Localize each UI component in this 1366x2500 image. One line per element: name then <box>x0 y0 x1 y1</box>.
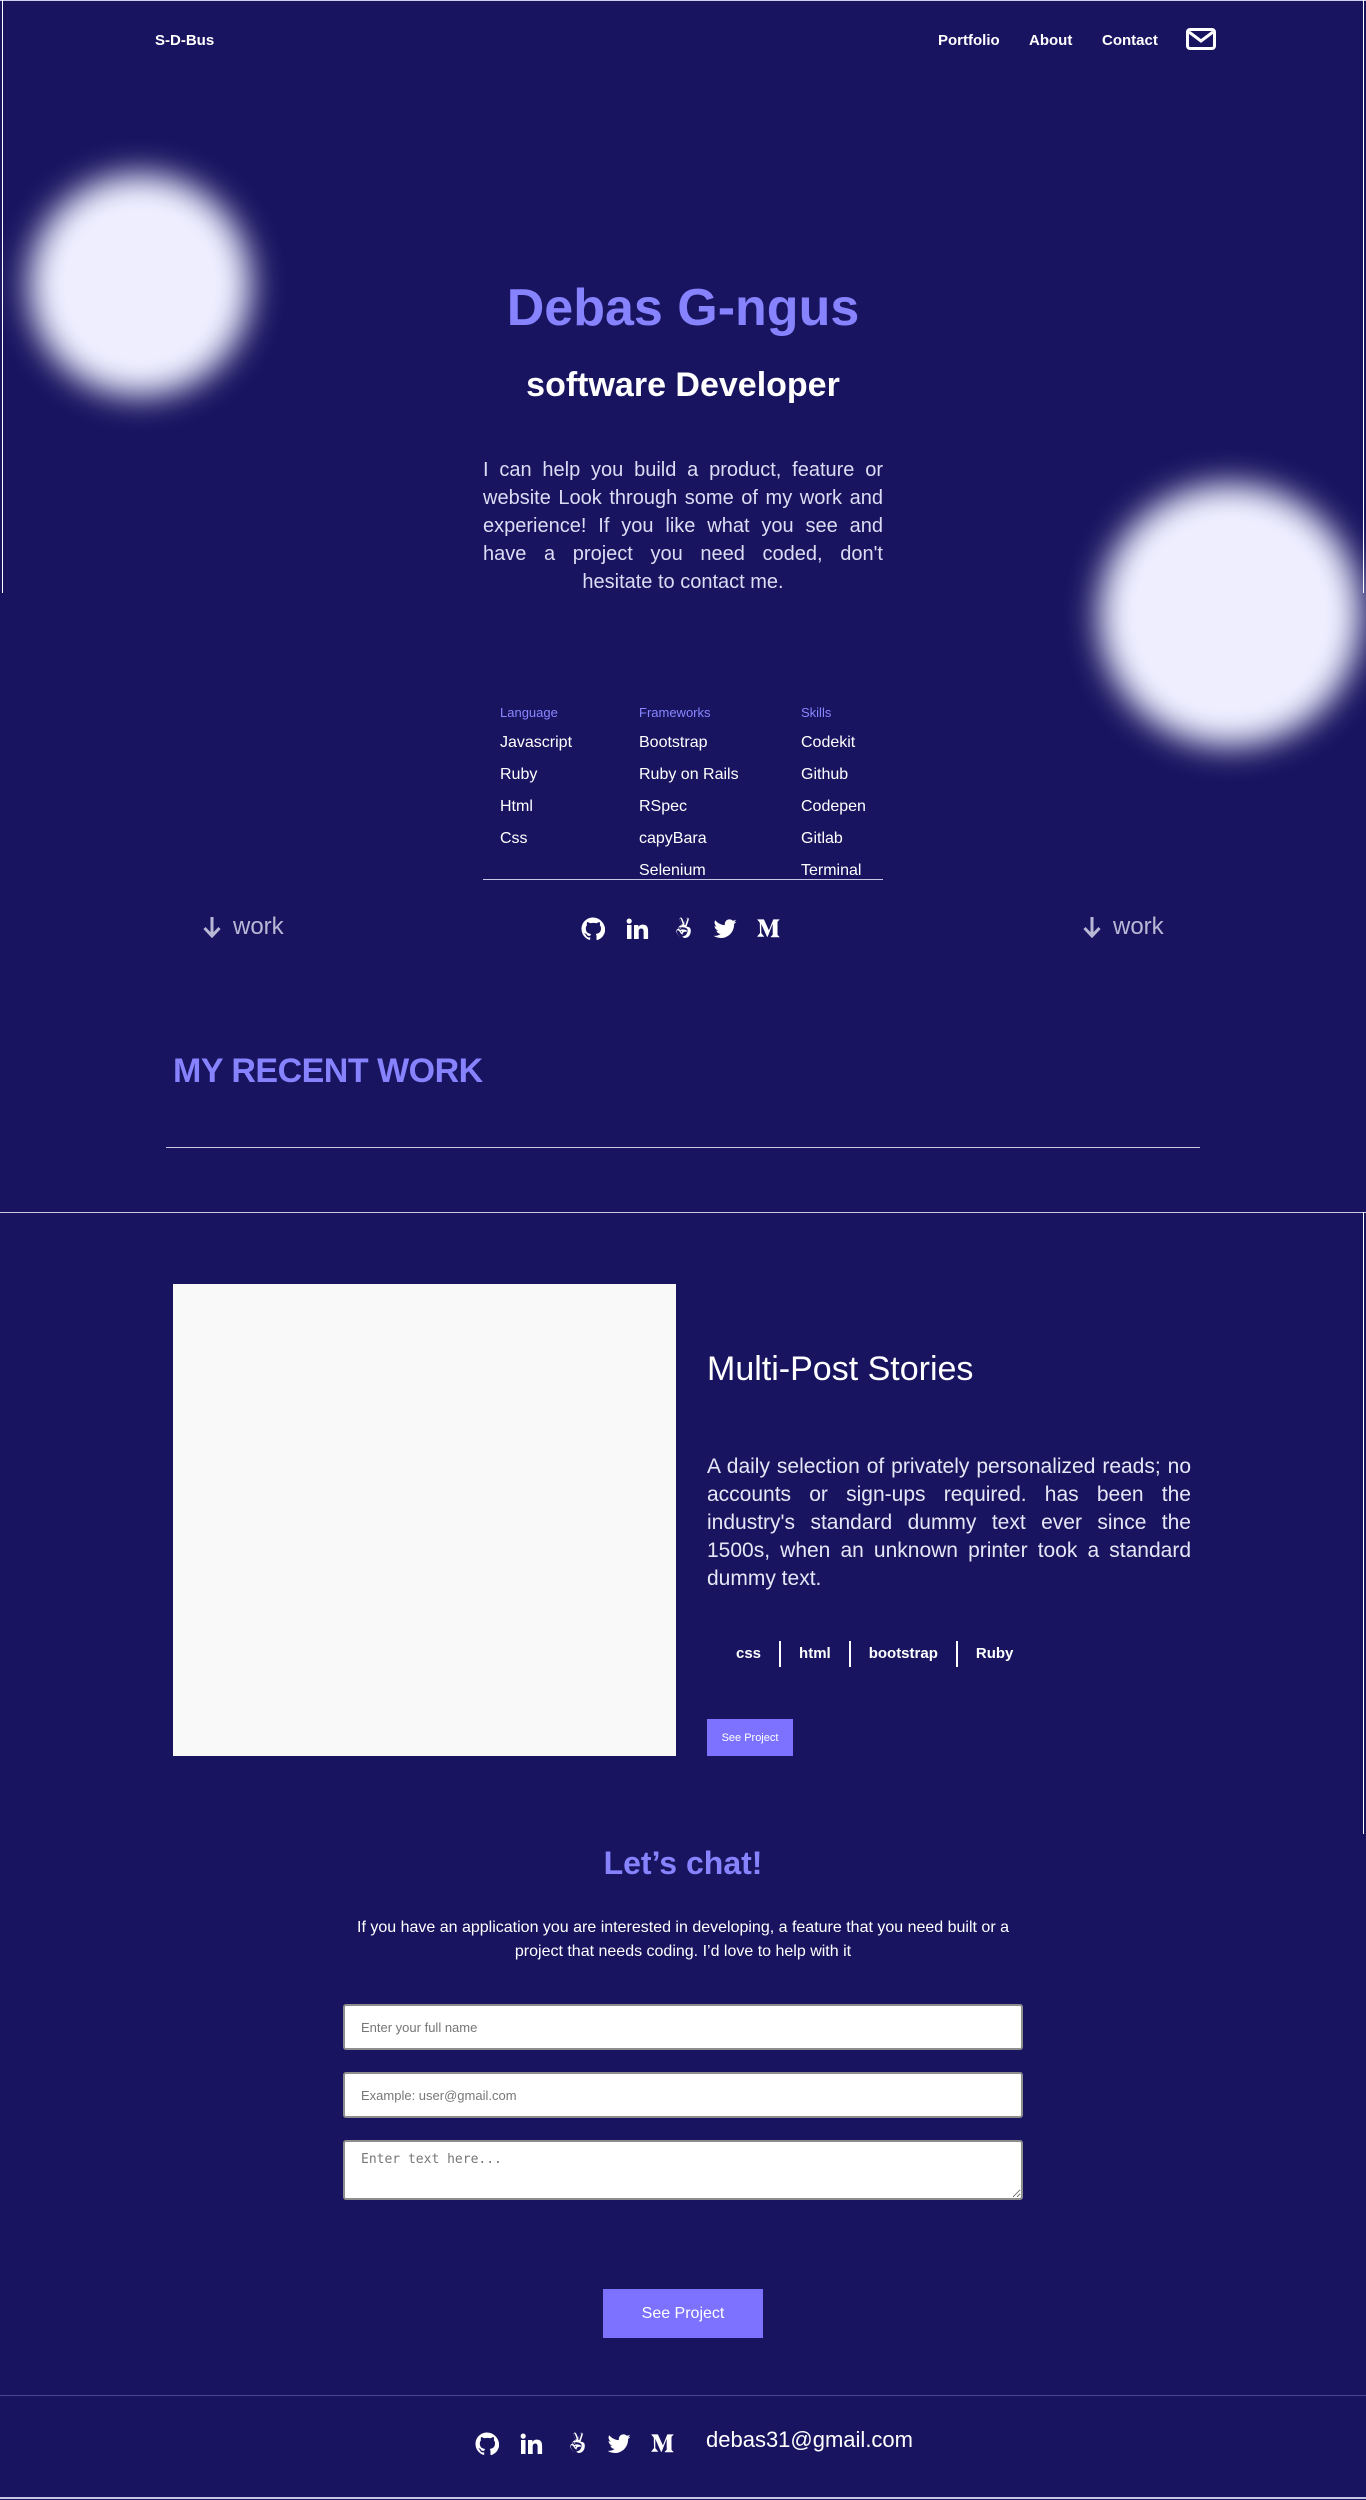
angellist-icon[interactable] <box>563 2432 587 2456</box>
github-icon[interactable] <box>581 917 605 941</box>
skill-item: capyBara <box>639 830 707 847</box>
skill-item: Github <box>801 766 849 783</box>
hero-divider <box>483 879 883 880</box>
linkedin-icon[interactable] <box>625 917 649 941</box>
message-textarea[interactable] <box>343 2140 1023 2200</box>
footer-divider <box>0 2395 1366 2396</box>
skill-item: Html <box>500 798 533 815</box>
project-tag: bootstrap <box>848 1641 956 1667</box>
skill-item: Selenium <box>639 862 706 879</box>
project-description: A daily selection of privately personali… <box>707 1455 1191 1590</box>
nav-contact[interactable]: Contact <box>1102 32 1158 49</box>
full-name-input[interactable] <box>343 2004 1023 2050</box>
angellist-icon[interactable] <box>669 917 693 941</box>
site-logo[interactable]: S-D-Bus <box>155 32 214 49</box>
project-tag: html <box>779 1641 849 1667</box>
skill-item: Ruby <box>500 766 538 783</box>
arrow-down-icon <box>1083 917 1101 938</box>
skill-item: Codekit <box>801 734 856 751</box>
github-icon[interactable] <box>475 2432 499 2456</box>
skill-item: Codepen <box>801 798 866 815</box>
project-tags: css html bootstrap Ruby <box>718 1641 1031 1667</box>
nav-about[interactable]: About <box>1029 32 1072 49</box>
skill-item: RSpec <box>639 798 688 815</box>
skill-item: Gitlab <box>801 830 843 847</box>
work-link-right[interactable]: work <box>1083 913 1164 941</box>
skill-item: Terminal <box>801 862 862 879</box>
project-title: Multi-Post Stories <box>707 1350 974 1388</box>
hero-role: software Developer <box>526 366 840 404</box>
twitter-icon[interactable] <box>713 917 737 941</box>
footer-email-link[interactable]: debas31@gmail.com <box>706 2427 913 2453</box>
skill-item: Ruby on Rails <box>639 766 739 783</box>
arrow-down-icon <box>203 917 221 938</box>
skills-language-column: Language Javascript Ruby Html Css <box>500 705 572 861</box>
envelope-icon[interactable] <box>1186 28 1216 50</box>
footer-social-links <box>475 2432 675 2456</box>
linkedin-icon[interactable] <box>519 2432 543 2456</box>
recent-work-title: MY RECENT WORK <box>173 1052 483 1090</box>
hero-intro: I can help you build a product, feature … <box>483 459 883 593</box>
skills-tools-heading: Skills <box>801 705 832 720</box>
medium-icon[interactable] <box>757 917 781 941</box>
skill-item: Bootstrap <box>639 734 708 751</box>
chat-text: If you have an application you are inter… <box>357 1919 1009 1960</box>
project-image <box>173 1284 676 1756</box>
hero-social-links <box>581 917 781 941</box>
chat-title: Let’s chat! <box>603 1845 763 1881</box>
hero-name: Debas G-ngus <box>506 279 860 337</box>
twitter-icon[interactable] <box>607 2432 631 2456</box>
project-tag: Ruby <box>955 1641 1032 1667</box>
nav-portfolio[interactable]: Portfolio <box>938 32 1000 49</box>
footer-bottom-border <box>0 2497 1366 2499</box>
skills-language-heading: Language <box>500 705 558 720</box>
chat-submit-button[interactable]: See Project <box>603 2289 763 2338</box>
skill-item: Javascript <box>500 734 573 751</box>
work-link-label: work <box>233 913 284 940</box>
email-input[interactable] <box>343 2072 1023 2118</box>
work-link-label: work <box>1113 913 1164 940</box>
skill-item: Css <box>500 830 528 847</box>
medium-icon[interactable] <box>651 2432 675 2456</box>
see-project-button[interactable]: See Project <box>707 1719 793 1756</box>
section-divider <box>0 1212 1366 1213</box>
skills-tools-column: Skills Codekit Github Codepen Gitlab Ter… <box>801 705 866 893</box>
skills-frameworks-heading: Frameworks <box>639 705 711 720</box>
decor-circle-right <box>1125 510 1335 720</box>
recent-work-divider <box>166 1147 1200 1148</box>
skills-frameworks-column: Frameworks Bootstrap Ruby on Rails RSpec… <box>639 705 739 893</box>
work-link-left[interactable]: work <box>203 913 284 941</box>
project-right-border <box>1363 1212 1364 1834</box>
project-tag: css <box>736 1645 762 1662</box>
top-border <box>0 0 1366 1</box>
